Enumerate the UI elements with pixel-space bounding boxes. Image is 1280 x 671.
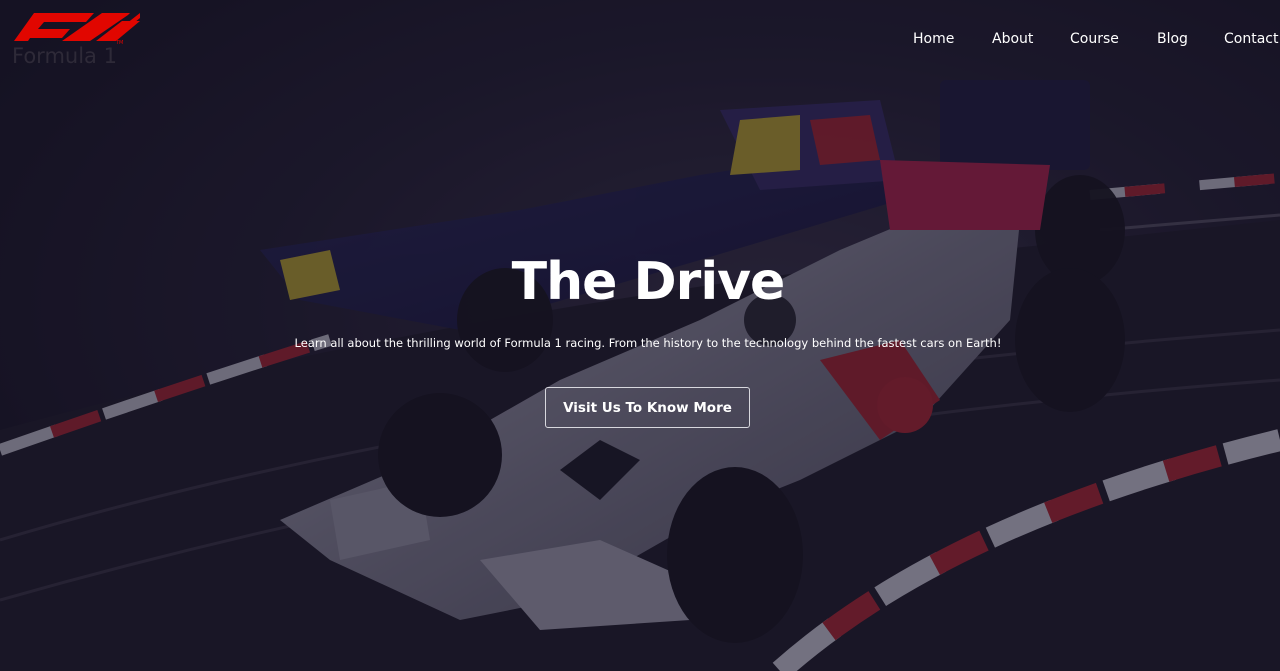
logo-wordmark: Formula 1 — [12, 44, 117, 68]
hero-section: TM Formula 1 Home About Course Blog Cont… — [0, 0, 1280, 671]
visit-us-button[interactable]: Visit Us To Know More — [545, 387, 750, 428]
hero-subtitle: Learn all about the thrilling world of F… — [294, 336, 1002, 350]
nav-blog-link[interactable]: Blog — [1157, 31, 1188, 47]
nav-about-link[interactable]: About — [992, 31, 1033, 47]
hero-title: The Drive — [511, 252, 786, 312]
nav-contact-link[interactable]: Contact — [1224, 31, 1278, 47]
nav-course-link[interactable]: Course — [1070, 31, 1119, 47]
nav-home-link[interactable]: Home — [913, 31, 954, 47]
